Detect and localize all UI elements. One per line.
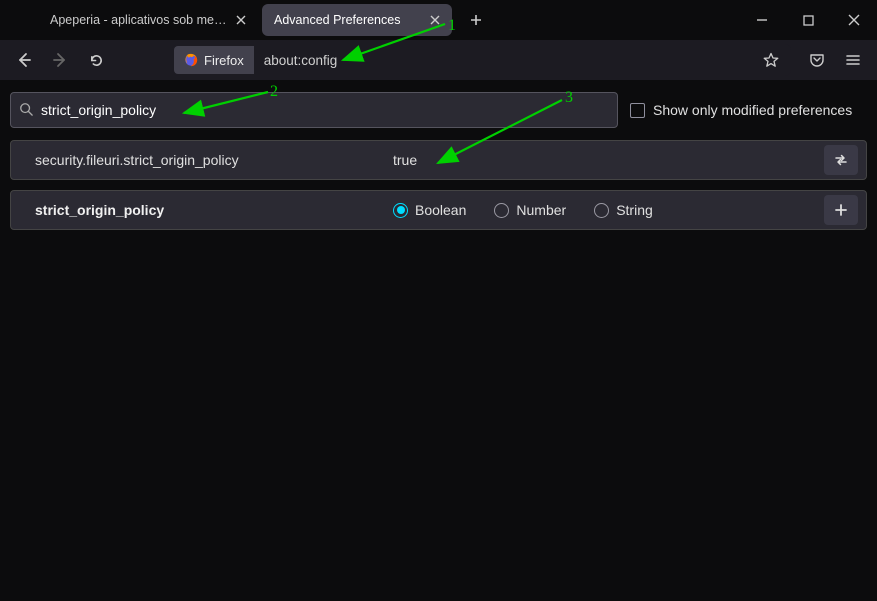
radio-label: Number xyxy=(516,202,566,218)
show-modified-checkbox[interactable]: Show only modified preferences xyxy=(630,102,852,118)
search-row: Show only modified preferences xyxy=(10,92,867,128)
close-window-button[interactable] xyxy=(831,0,877,40)
back-button[interactable] xyxy=(8,44,40,76)
forward-button[interactable] xyxy=(44,44,76,76)
app-menu-button[interactable] xyxy=(837,44,869,76)
url-text: about:config xyxy=(254,53,757,68)
pref-value-area: true xyxy=(393,152,824,168)
search-icon xyxy=(19,102,33,119)
pref-value: true xyxy=(393,152,417,168)
maximize-button[interactable] xyxy=(785,0,831,40)
window-controls xyxy=(739,0,877,40)
firefox-logo-icon xyxy=(184,53,198,67)
radio-string[interactable]: String xyxy=(594,202,653,218)
tab-apeperia[interactable]: Apeperia - aplicativos sob medida xyxy=(38,4,258,36)
pref-row-new: strict_origin_policy Boolean Number Stri… xyxy=(10,190,867,230)
pref-row-existing: security.fileuri.strict_origin_policy tr… xyxy=(10,140,867,180)
minimize-button[interactable] xyxy=(739,0,785,40)
reload-button[interactable] xyxy=(80,44,112,76)
show-modified-label: Show only modified preferences xyxy=(653,102,852,118)
pocket-button[interactable] xyxy=(801,44,833,76)
new-pref-name: strict_origin_policy xyxy=(35,202,393,218)
identity-label: Firefox xyxy=(204,53,244,68)
nav-toolbar: Firefox about:config xyxy=(0,40,877,80)
radio-number[interactable]: Number xyxy=(494,202,566,218)
radio-icon xyxy=(494,203,509,218)
url-bar[interactable]: Firefox about:config xyxy=(172,44,791,76)
bookmark-star-button[interactable] xyxy=(757,46,785,74)
radio-icon xyxy=(393,203,408,218)
titlebar: Apeperia - aplicativos sob medida Advanc… xyxy=(0,0,877,40)
toggle-button[interactable] xyxy=(824,145,858,175)
radio-icon xyxy=(594,203,609,218)
tab-advanced-preferences[interactable]: Advanced Preferences xyxy=(262,4,452,36)
radio-label: Boolean xyxy=(415,202,466,218)
pref-name: security.fileuri.strict_origin_policy xyxy=(35,152,393,168)
pref-search-box[interactable] xyxy=(10,92,618,128)
pref-search-input[interactable] xyxy=(41,102,609,118)
add-pref-button[interactable] xyxy=(824,195,858,225)
identity-box[interactable]: Firefox xyxy=(174,46,254,74)
aboutconfig-content: Show only modified preferences security.… xyxy=(0,80,877,252)
close-icon[interactable] xyxy=(232,11,250,29)
tab-title: Apeperia - aplicativos sob medida xyxy=(50,13,232,27)
close-icon[interactable] xyxy=(426,11,444,29)
pref-type-radios: Boolean Number String xyxy=(393,202,824,218)
checkbox-icon xyxy=(630,103,645,118)
new-tab-button[interactable] xyxy=(462,6,490,34)
radio-boolean[interactable]: Boolean xyxy=(393,202,466,218)
tab-title: Advanced Preferences xyxy=(274,13,426,27)
radio-label: String xyxy=(616,202,653,218)
